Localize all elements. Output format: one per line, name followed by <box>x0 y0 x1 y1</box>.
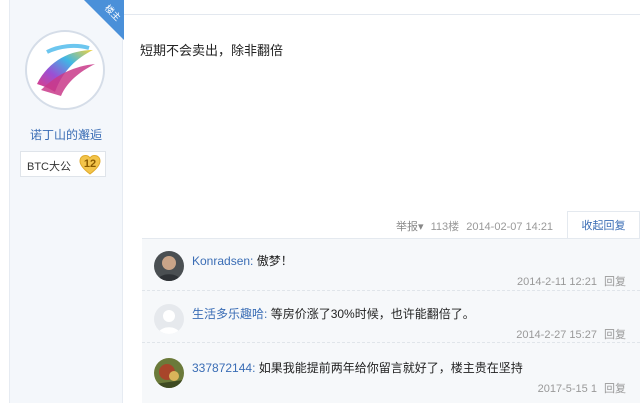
reply-content: 如果我能提前两年给你留言就好了，楼主贵在坚持 <box>258 361 523 375</box>
post-content: 短期不会卖出，除非翻倍 <box>140 43 284 58</box>
author-name[interactable]: 诺丁山的邂逅 <box>9 126 123 143</box>
list-item: Konradsen: 傲梦！ 2014-2-11 12:21 回复 <box>142 239 640 291</box>
list-item: 生活多乐趣哈: 等房价涨了30%时候，也许能翻倍了。 2014-2-27 15:… <box>142 291 640 343</box>
list-item: 337872144: 如果我能提前两年给你留言就好了，楼主贵在坚持 2017-5… <box>142 345 640 397</box>
divider <box>124 14 640 15</box>
reply-time: 2014-2-11 12:21 <box>517 276 597 288</box>
level-title: BTC大公 <box>27 161 71 173</box>
op-badge: 楼主 <box>84 0 124 40</box>
reply-username[interactable]: Konradsen: <box>192 254 253 268</box>
default-avatar-icon <box>154 304 184 334</box>
level-badge: 12 <box>79 154 101 176</box>
floor-number: 113楼 <box>430 221 460 233</box>
reply-content: 傲梦！ <box>256 254 293 268</box>
author-avatar[interactable] <box>25 30 105 110</box>
report-link[interactable]: 举报▾ <box>396 221 424 233</box>
reply-content: 等房价涨了30%时候，也许能翻倍了。 <box>270 307 475 321</box>
user-photo-icon <box>154 251 184 281</box>
reply-time: 2014-2-27 15:27 <box>516 329 597 341</box>
feather-logo-icon <box>37 43 95 96</box>
author-level: BTC大公 12 <box>20 151 106 177</box>
reply-avatar[interactable] <box>154 304 184 334</box>
reply-avatar[interactable] <box>154 251 184 281</box>
reply-button[interactable]: 回复 <box>604 383 626 395</box>
reply-list: Konradsen: 傲梦！ 2014-2-11 12:21 回复 生活多乐趣哈… <box>142 238 640 403</box>
post-time: 2014-02-07 14:21 <box>466 221 554 233</box>
reply-button[interactable]: 回复 <box>604 276 626 288</box>
reply-username[interactable]: 337872144: <box>192 361 255 375</box>
post-meta: 举报▾ 113楼 2014-02-07 14:21 <box>396 218 557 234</box>
reply-username[interactable]: 生活多乐趣哈: <box>192 307 267 321</box>
user-photo-icon <box>154 358 184 388</box>
reply-button[interactable]: 回复 <box>604 329 626 341</box>
reply-time: 2017-5-15 1 <box>537 383 597 395</box>
reply-avatar[interactable] <box>154 358 184 388</box>
collapse-replies-button[interactable]: 收起回复 <box>567 211 640 239</box>
